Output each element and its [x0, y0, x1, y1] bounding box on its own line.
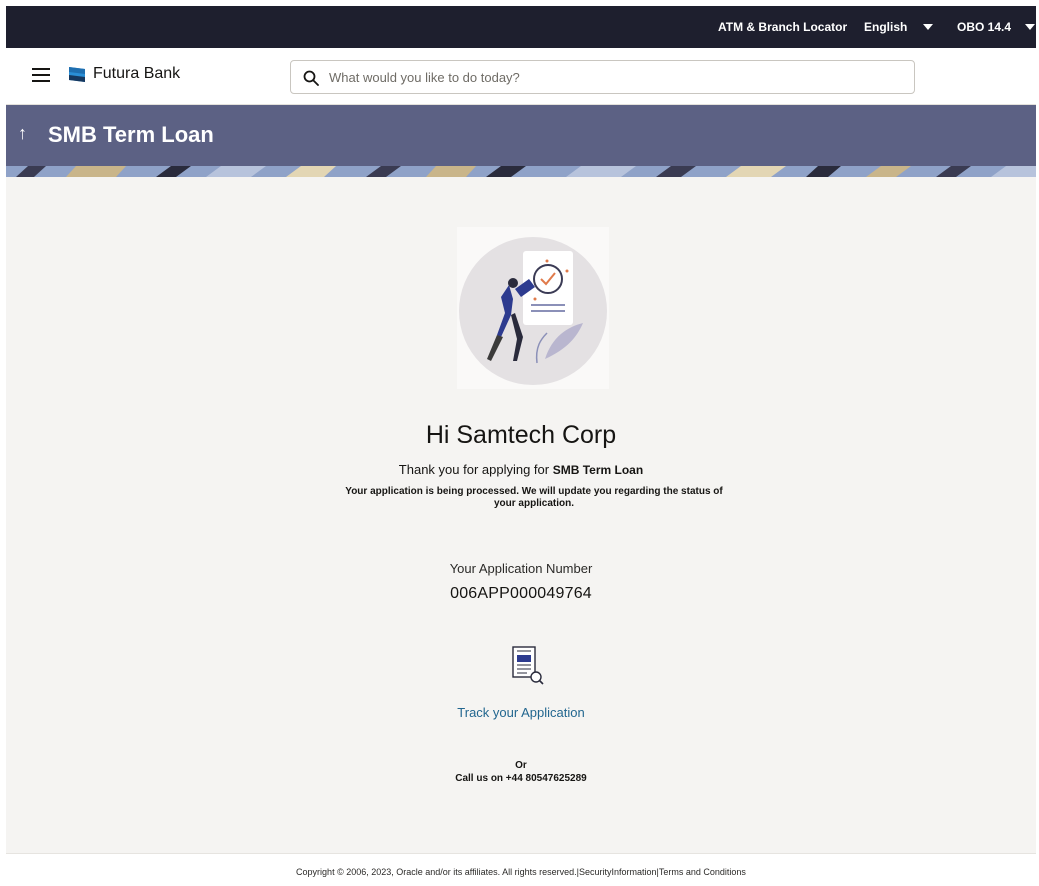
search-placeholder: What would you like to do today? [329, 70, 520, 85]
header: Futura Bank What would you like to do to… [6, 48, 1036, 105]
page-title-band: ↑ SMB Term Loan [6, 105, 1036, 177]
atm-branch-locator-link[interactable]: ATM & Branch Locator [718, 6, 847, 48]
thanks-message: Thank you for applying for SMB Term Loan [6, 462, 1036, 477]
application-number: 006APP000049764 [450, 585, 592, 602]
product-name: SMB Term Loan [552, 463, 644, 477]
thanks-prefix: Thank you for applying for [398, 462, 550, 477]
language-dropdown[interactable]: English [864, 6, 934, 48]
app-frame: ATM & Branch Locator English OBO 14.4 Fu… [6, 6, 1036, 886]
document-search-icon [512, 646, 544, 685]
menu-line [32, 74, 50, 76]
chevron-down-icon [923, 24, 934, 30]
obo-dropdown[interactable]: OBO 14.4 [957, 6, 1036, 48]
menu-button[interactable] [32, 68, 50, 82]
search-icon [303, 70, 319, 86]
terms-and-conditions-link[interactable]: Terms and Conditions [659, 867, 746, 877]
atm-branch-locator-label: ATM & Branch Locator [718, 20, 848, 34]
language-label: English [864, 20, 908, 34]
brand-name: Futura Bank [93, 65, 181, 82]
menu-line [32, 68, 50, 70]
search-input[interactable]: What would you like to do today? [290, 60, 915, 94]
security-information-link[interactable]: SecurityInformation [579, 867, 657, 877]
menu-line [32, 80, 50, 82]
confirmation-panel: Hi Samtech Corp Thank you for applying f… [6, 177, 1036, 853]
call-us-text: Call us on +44 80547625289 [455, 773, 587, 784]
page-title: SMB Term Loan [48, 122, 214, 147]
success-illustration [457, 227, 609, 389]
back-arrow-icon[interactable]: ↑ [18, 123, 27, 144]
footer-text: Copyright © 2006, 2023, Oracle and/or it… [296, 867, 746, 877]
processing-message: Your application is being processed. We … [345, 486, 723, 509]
application-number-label: Your Application Number [449, 561, 593, 576]
copyright-text: Copyright © 2006, 2023, Oracle and/or it… [296, 867, 577, 877]
footer: Copyright © 2006, 2023, Oracle and/or it… [6, 853, 1036, 886]
obo-label: OBO 14.4 [957, 20, 1012, 34]
decorative-pattern [6, 166, 1036, 177]
chevron-down-icon [1025, 24, 1036, 30]
or-separator: Or [515, 760, 527, 771]
greeting: Hi Samtech Corp [425, 421, 617, 449]
top-bar: ATM & Branch Locator English OBO 14.4 [6, 6, 1036, 48]
track-application-link[interactable]: Track your Application [6, 705, 1036, 720]
bank-logo-icon [69, 67, 85, 82]
